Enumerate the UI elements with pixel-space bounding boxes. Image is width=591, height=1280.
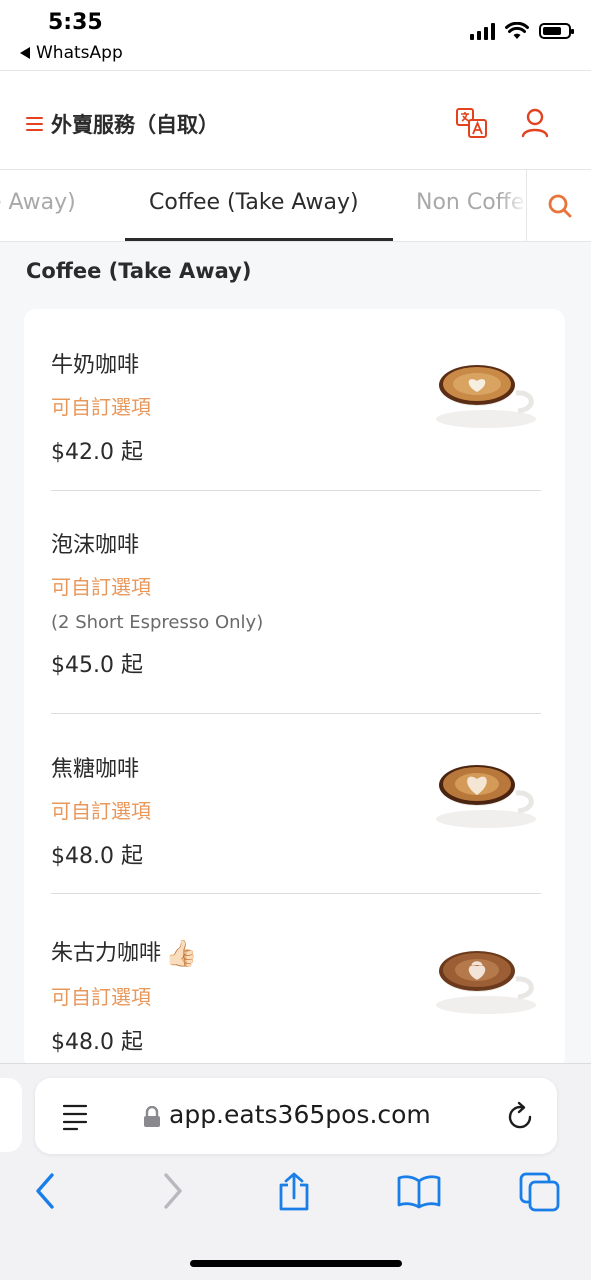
divider xyxy=(51,713,541,714)
section-title: Coffee (Take Away) xyxy=(26,259,252,283)
tabs-icon[interactable] xyxy=(518,1171,562,1213)
lock-icon xyxy=(144,1106,160,1127)
back-to-app-link[interactable]: WhatsApp xyxy=(20,43,123,63)
home-indicator xyxy=(190,1260,402,1267)
tab-coffee-take-away[interactable]: Coffee (Take Away) xyxy=(149,190,359,215)
divider xyxy=(51,490,541,491)
coffee-image xyxy=(436,365,536,428)
item-price: $48.0 起 xyxy=(51,844,143,869)
page-title: 外賣服務（自取） xyxy=(51,113,219,137)
user-icon[interactable] xyxy=(520,107,550,139)
share-icon[interactable] xyxy=(274,1171,314,1213)
status-time: 5:35 xyxy=(48,10,103,35)
coffee-image xyxy=(436,765,536,828)
item-price: $45.0 起 xyxy=(51,653,143,678)
search-button[interactable] xyxy=(526,170,591,241)
translate-icon[interactable] xyxy=(455,107,489,139)
url-text: app.eats365pos.com xyxy=(169,1100,431,1129)
back-arrow-icon xyxy=(20,47,30,59)
app-header: 外賣服務（自取） xyxy=(0,70,591,170)
previous-tab-card[interactable] xyxy=(0,1078,22,1152)
hamburger-icon xyxy=(26,117,43,131)
item-name: 泡沫咖啡 xyxy=(51,533,140,558)
back-app-label: WhatsApp xyxy=(36,43,123,63)
menu-button[interactable]: 外賣服務（自取） xyxy=(26,109,219,139)
tab-fade xyxy=(500,170,528,241)
address-bar[interactable]: app.eats365pos.com xyxy=(35,1078,557,1154)
cellular-signal-icon xyxy=(470,22,495,40)
menu-item[interactable]: 泡沫咖啡 可自訂選項 (2 Short Espresso Only) $45.0… xyxy=(51,527,541,679)
menu-card: 牛奶咖啡 可自訂選項 $42.0 起 泡沫咖啡 可自訂選項 (2 Short E… xyxy=(24,309,565,1069)
bookmarks-icon[interactable] xyxy=(396,1171,442,1211)
status-icons xyxy=(470,22,574,40)
item-option: 可自訂選項 xyxy=(51,575,151,599)
reader-mode-icon[interactable] xyxy=(61,1102,89,1132)
thumbs-up-icon: 👍🏻 xyxy=(165,939,198,969)
category-tabs: ke Away) Coffee (Take Away) Non Coffe xyxy=(0,170,591,242)
status-bar: 5:35 WhatsApp xyxy=(0,0,591,70)
divider xyxy=(51,893,541,894)
coffee-image xyxy=(436,951,536,1014)
active-tab-indicator xyxy=(125,238,393,241)
search-icon xyxy=(548,194,572,218)
tab-previous-category[interactable]: ke Away) xyxy=(0,190,76,215)
reload-icon[interactable] xyxy=(505,1100,535,1132)
back-nav-icon[interactable] xyxy=(32,1171,58,1211)
browser-toolbar: app.eats365pos.com xyxy=(0,1063,591,1280)
battery-icon xyxy=(539,23,574,39)
item-price: $48.0 起 xyxy=(51,1030,143,1055)
wifi-icon xyxy=(505,22,529,39)
item-note: (2 Short Espresso Only) xyxy=(51,612,264,633)
forward-nav-icon[interactable] xyxy=(160,1171,186,1211)
item-price: $42.0 起 xyxy=(51,440,143,465)
